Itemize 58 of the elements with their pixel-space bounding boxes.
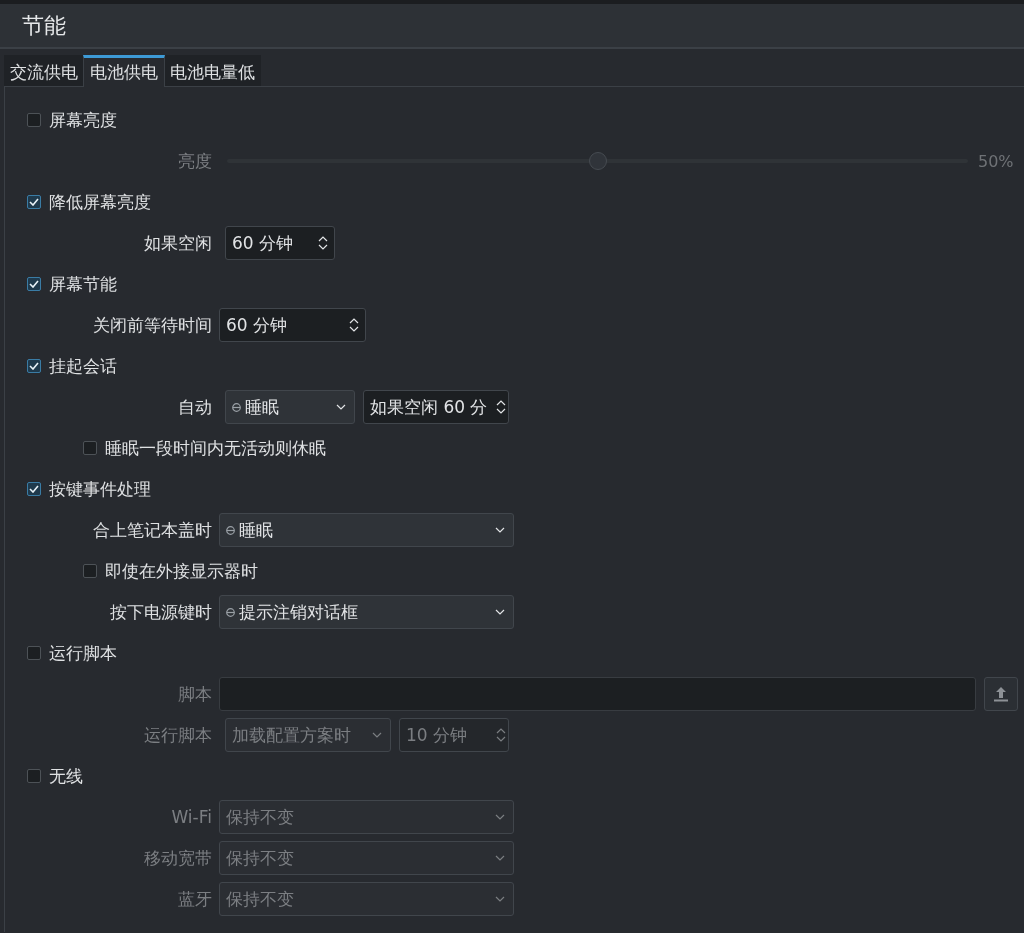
up-down-arrows-icon: [349, 317, 359, 333]
dropdown[interactable]: 睡眠: [225, 390, 355, 424]
tab[interactable]: 交流供电: [4, 55, 84, 86]
field-label: 如果空闲: [143, 231, 212, 255]
field-label: 按下电源键时: [109, 600, 212, 624]
checkbox[interactable]: [83, 564, 97, 578]
checkbox[interactable]: [27, 113, 41, 127]
field-label: 运行脚本: [143, 723, 212, 747]
spin-box[interactable]: 10 分钟: [399, 718, 509, 752]
field-label: Wi-Fi: [170, 807, 212, 827]
brightness-slider[interactable]: [227, 152, 968, 170]
slider-thumb[interactable]: [588, 152, 607, 170]
chevron-down-icon: [495, 855, 505, 861]
checkbox[interactable]: [27, 646, 41, 660]
checkbox-label: 屏幕亮度: [49, 108, 117, 132]
field-label: 合上笔记本盖时: [92, 518, 212, 542]
upload-button[interactable]: [984, 677, 1018, 711]
field-label: 关闭前等待时间: [92, 313, 212, 337]
checkbox-label: 挂起会话: [49, 354, 117, 378]
dropdown[interactable]: 提示注销对话框: [219, 595, 514, 629]
checkbox[interactable]: [27, 195, 41, 209]
up-down-arrows-icon: [496, 399, 506, 415]
checkbox[interactable]: [27, 769, 41, 783]
field-label: 移动宽带: [143, 846, 212, 870]
up-down-arrows-icon: [496, 727, 506, 743]
upload-icon: [994, 686, 1008, 702]
slider-value: 50%: [978, 151, 1014, 171]
field-label: 脚本: [177, 682, 212, 706]
chevron-down-icon: [495, 609, 505, 615]
field-label: 蓝牙: [177, 887, 212, 911]
up-down-arrows-icon: [318, 235, 328, 251]
chevron-down-icon: [495, 527, 505, 533]
chevron-down-icon: [336, 404, 346, 410]
field-label: 亮度: [177, 149, 212, 173]
spin-box[interactable]: 60 分钟: [225, 226, 335, 260]
checkbox-label: 即使在外接显示器时: [105, 559, 258, 583]
checkbox[interactable]: [27, 277, 41, 291]
spin-box[interactable]: 60 分钟: [219, 308, 366, 342]
checkbox[interactable]: [27, 482, 41, 496]
spin-box[interactable]: 如果空闲 60 分: [363, 390, 509, 424]
window-title: 节能: [22, 13, 66, 38]
checkbox[interactable]: [27, 359, 41, 373]
checkbox-label: 无线: [49, 764, 83, 788]
tab[interactable]: 电池电量低: [164, 55, 261, 86]
checkbox-label: 屏幕节能: [49, 272, 117, 296]
chevron-down-icon: [495, 814, 505, 820]
checkbox-label: 按键事件处理: [49, 477, 151, 501]
dropdown[interactable]: 睡眠: [219, 513, 514, 547]
chevron-down-icon: [495, 896, 505, 902]
checkbox-label: 睡眠一段时间内无活动则休眠: [105, 436, 326, 460]
script-path-field[interactable]: [219, 677, 976, 711]
chevron-down-icon: [372, 732, 382, 738]
checkbox-label: 运行脚本: [49, 641, 117, 665]
field-label: 自动: [177, 395, 212, 419]
checkbox[interactable]: [83, 441, 97, 455]
checkbox-label: 降低屏幕亮度: [49, 190, 151, 214]
circle-icon: [232, 402, 241, 412]
tab[interactable]: 电池供电: [83, 55, 165, 87]
